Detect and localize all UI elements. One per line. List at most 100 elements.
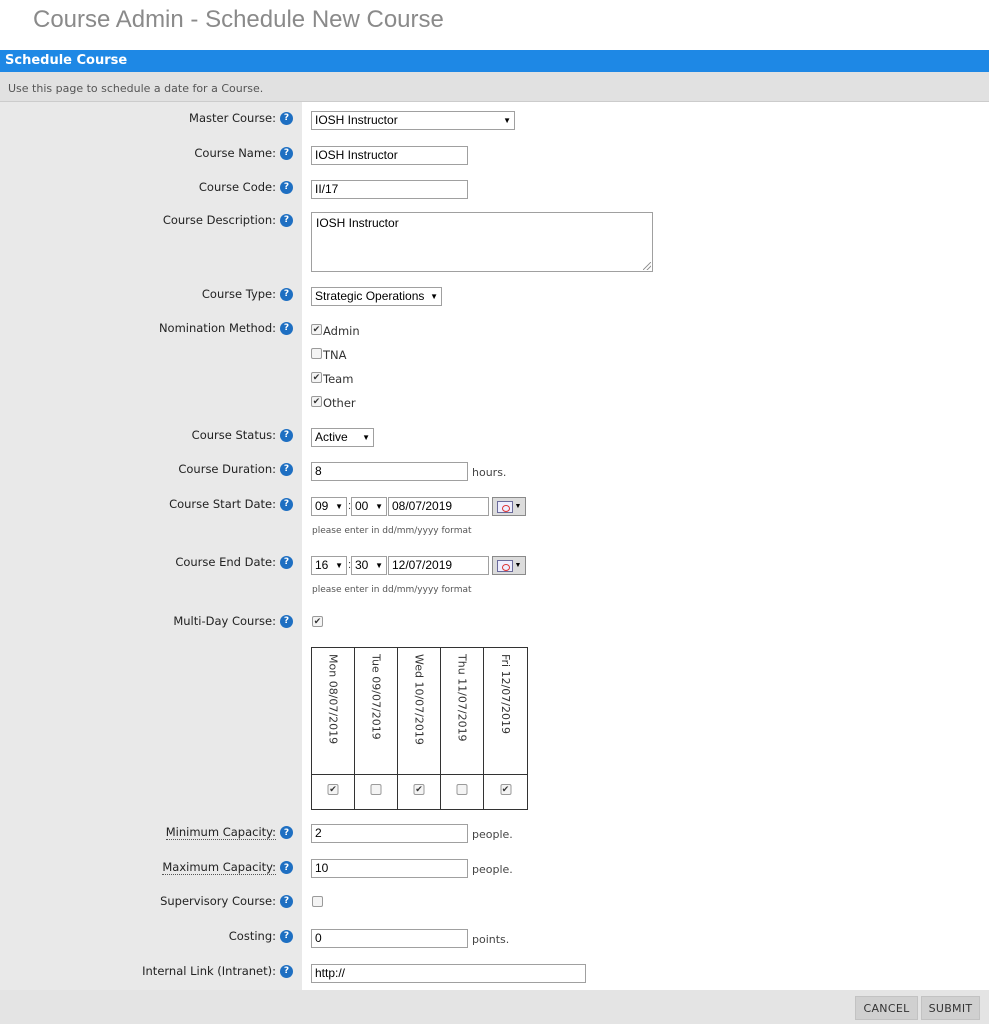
nomination-other-checkbox[interactable]: ✔ — [311, 396, 322, 407]
day-column: Mon 08/07/2019 ✔ — [312, 648, 355, 809]
cancel-button[interactable]: CANCEL — [855, 996, 918, 1020]
multi-day-label: Multi-Day Course: ? — [173, 614, 293, 628]
multi-day-table: Mon 08/07/2019 ✔ Tue 09/07/2019 Wed 10/0… — [311, 647, 528, 810]
nomination-admin-checkbox[interactable]: ✔ — [311, 324, 322, 335]
start-date-hint: please enter in dd/mm/yyyy format — [312, 526, 472, 536]
costing-label: Costing: ? — [229, 929, 293, 943]
calendar-icon — [496, 500, 513, 513]
costing-input[interactable]: 0 — [311, 929, 468, 948]
help-icon[interactable]: ? — [280, 146, 293, 160]
nomination-admin-label: Admin — [323, 324, 360, 338]
day-checkbox[interactable] — [456, 784, 468, 795]
day-header: Wed 10/07/2019 — [412, 654, 426, 745]
label-column — [0, 102, 302, 990]
help-icon[interactable]: ? — [280, 111, 293, 125]
costing-unit: points. — [472, 933, 510, 946]
day-checkbox[interactable]: ✔ — [500, 784, 511, 795]
chevron-down-icon: ▼ — [503, 116, 511, 125]
multi-day-checkbox[interactable]: ✔ — [312, 616, 323, 627]
course-name-input[interactable]: IOSH Instructor — [311, 146, 468, 165]
max-capacity-label: Maximum Capacity: ? — [162, 860, 293, 875]
nomination-tna-checkbox[interactable] — [311, 348, 322, 359]
start-date-label: Course Start Date: ? — [169, 497, 293, 511]
day-header: Tue 09/07/2019 — [369, 654, 383, 740]
nomination-team-label: Team — [323, 372, 354, 386]
help-icon[interactable]: ? — [280, 826, 293, 839]
course-description-label: Course Description: ? — [163, 213, 293, 227]
start-hour-select[interactable]: 09 ▼ — [311, 497, 347, 516]
day-header: Fri 12/07/2019 — [499, 654, 512, 735]
start-minute-select[interactable]: 00 ▼ — [351, 497, 387, 516]
day-column: Thu 11/07/2019 — [441, 648, 484, 809]
calendar-icon — [496, 559, 513, 572]
day-checkbox[interactable] — [370, 784, 382, 795]
day-column: Fri 12/07/2019 ✔ — [484, 648, 527, 809]
end-date-hint: please enter in dd/mm/yyyy format — [312, 585, 472, 595]
nomination-team-checkbox[interactable]: ✔ — [311, 372, 322, 383]
max-capacity-unit: people. — [472, 863, 513, 876]
help-icon[interactable]: ? — [280, 555, 293, 569]
help-icon[interactable]: ? — [280, 428, 293, 442]
end-date-input[interactable]: 12/07/2019 — [388, 556, 489, 575]
course-code-input[interactable]: II/17 — [311, 180, 468, 199]
day-checkbox[interactable]: ✔ — [327, 784, 339, 795]
chevron-down-icon: ▼ — [362, 433, 370, 442]
start-date-calendar-button[interactable]: ▼ — [492, 497, 526, 516]
help-icon[interactable]: ? — [280, 894, 293, 908]
help-icon[interactable]: ? — [280, 861, 293, 874]
course-duration-label: Course Duration: ? — [178, 462, 293, 476]
day-checkbox[interactable]: ✔ — [413, 784, 425, 795]
course-type-select[interactable]: Strategic Operations ▼ — [311, 287, 442, 306]
help-icon[interactable]: ? — [280, 462, 293, 476]
min-capacity-label: Minimum Capacity: ? — [165, 825, 293, 840]
end-minute-select[interactable]: 30 ▼ — [351, 556, 387, 575]
submit-button[interactable]: SUBMIT — [921, 996, 980, 1020]
master-course-select[interactable]: IOSH Instructor ▼ — [311, 111, 515, 130]
course-description-textarea[interactable]: IOSH Instructor — [311, 212, 653, 272]
course-name-label: Course Name: ? — [194, 146, 293, 160]
course-type-label: Course Type: ? — [202, 287, 293, 301]
page-title: Course Admin - Schedule New Course — [33, 6, 444, 33]
internal-link-label: Internal Link (Intranet): ? — [142, 964, 293, 978]
course-status-select[interactable]: Active ▼ — [311, 428, 374, 447]
max-capacity-input[interactable]: 10 — [311, 859, 468, 878]
day-header: Mon 08/07/2019 — [326, 654, 340, 745]
form-footer — [0, 990, 989, 1024]
nomination-other-label: Other — [323, 396, 356, 410]
chevron-down-icon: ▼ — [335, 502, 343, 511]
course-status-label: Course Status: ? — [192, 428, 293, 442]
help-icon[interactable]: ? — [280, 929, 293, 943]
chevron-down-icon: ▼ — [375, 502, 383, 511]
end-date-calendar-button[interactable]: ▼ — [492, 556, 526, 575]
internal-link-input[interactable]: http:// — [311, 964, 586, 983]
help-icon[interactable]: ? — [280, 180, 293, 194]
supervisory-label: Supervisory Course: ? — [160, 894, 293, 908]
day-column: Tue 09/07/2019 — [355, 648, 398, 809]
panel-description: Use this page to schedule a date for a C… — [0, 72, 989, 102]
help-icon[interactable]: ? — [280, 287, 293, 301]
duration-unit: hours. — [472, 466, 507, 479]
min-capacity-input[interactable]: 2 — [311, 824, 468, 843]
help-icon[interactable]: ? — [280, 614, 293, 628]
chevron-down-icon: ▼ — [514, 562, 522, 569]
start-date-input[interactable]: 08/07/2019 — [388, 497, 489, 516]
help-icon[interactable]: ? — [280, 321, 293, 335]
help-icon[interactable]: ? — [280, 213, 293, 227]
supervisory-checkbox[interactable] — [312, 896, 323, 907]
chevron-down-icon: ▼ — [430, 292, 438, 301]
chevron-down-icon: ▼ — [514, 503, 522, 510]
nomination-method-label: Nomination Method: ? — [159, 321, 293, 335]
chevron-down-icon: ▼ — [335, 561, 343, 570]
end-hour-select[interactable]: 16 ▼ — [311, 556, 347, 575]
end-date-label: Course End Date: ? — [175, 555, 293, 569]
min-capacity-unit: people. — [472, 828, 513, 841]
day-column: Wed 10/07/2019 ✔ — [398, 648, 441, 809]
help-icon[interactable]: ? — [280, 964, 293, 978]
master-course-label: Master Course: ? — [189, 111, 293, 125]
course-duration-input[interactable]: 8 — [311, 462, 468, 481]
nomination-tna-label: TNA — [323, 348, 347, 362]
day-header: Thu 11/07/2019 — [455, 654, 469, 742]
help-icon[interactable]: ? — [280, 497, 293, 511]
resize-handle-icon[interactable] — [643, 262, 651, 270]
panel-header: Schedule Course — [0, 50, 989, 72]
